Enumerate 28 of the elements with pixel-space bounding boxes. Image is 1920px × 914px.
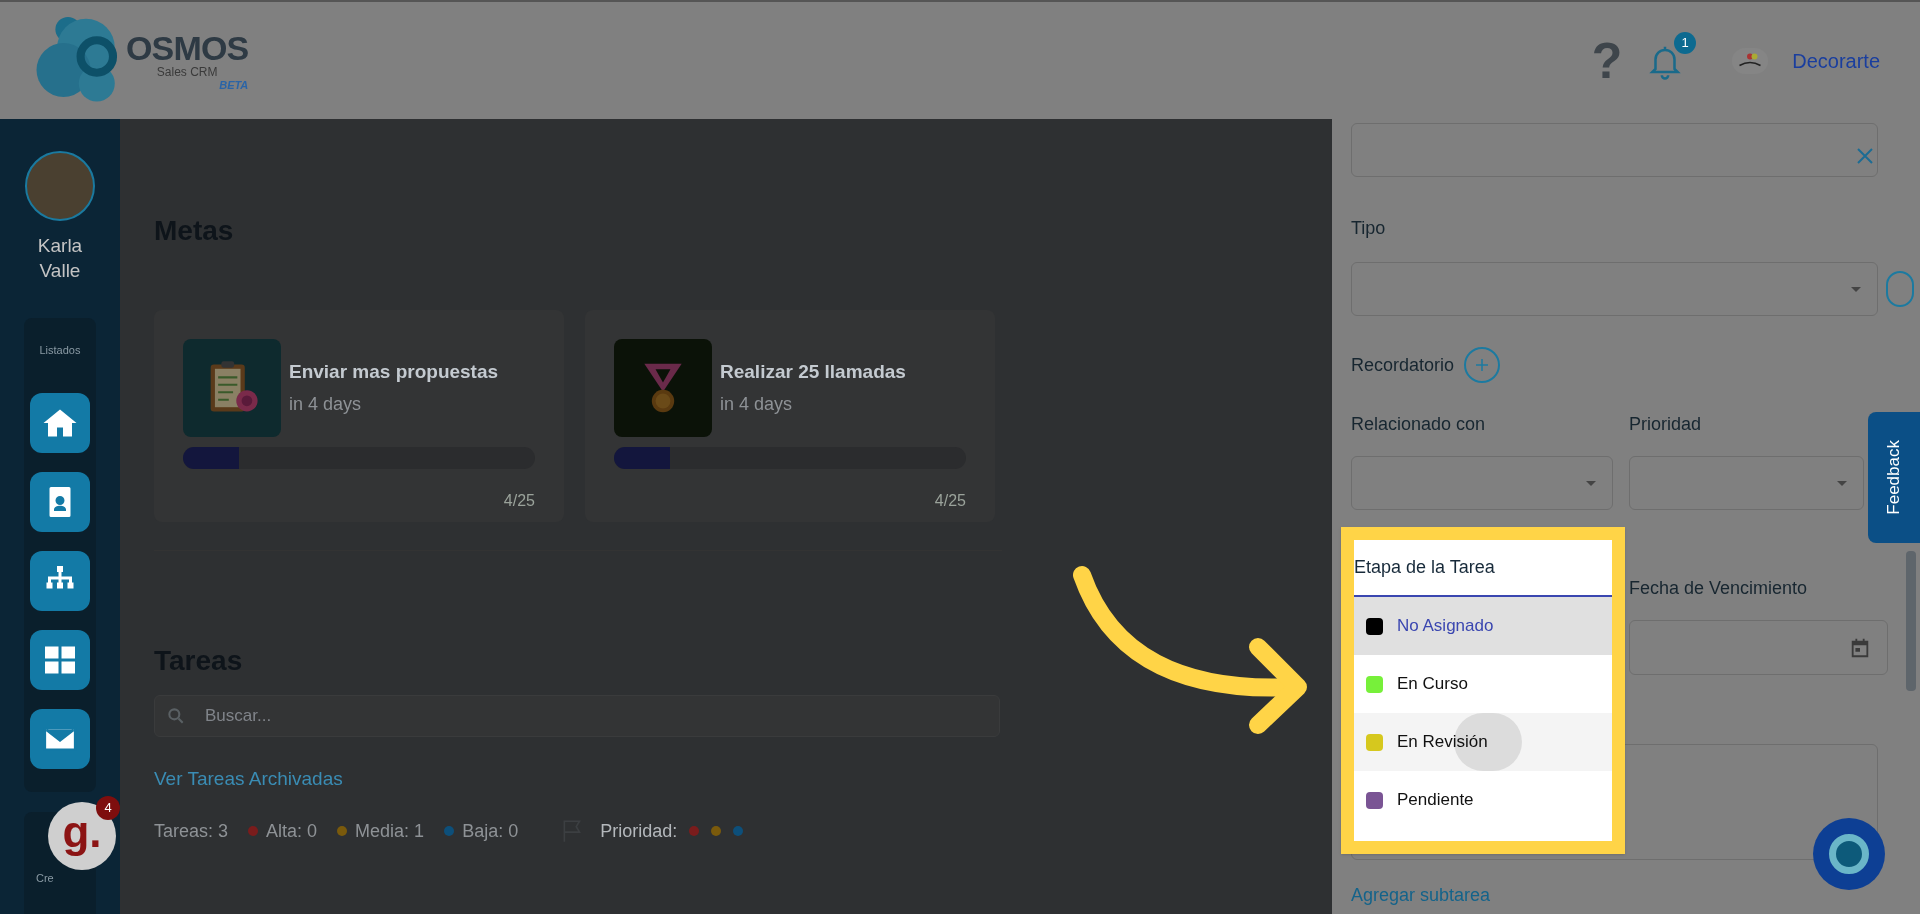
priority-count: Alta: 0 bbox=[266, 819, 318, 843]
user-name: Karla Valle bbox=[36, 234, 84, 283]
count-badge: 4 bbox=[96, 796, 120, 820]
field-label: Fecha de Vencimiento bbox=[1629, 577, 1809, 600]
beta-label: BETA bbox=[219, 79, 249, 91]
logo-wordmark: OSMOS bbox=[126, 30, 249, 65]
progress-count: 4/25 bbox=[503, 491, 535, 511]
field-label: Tipo bbox=[1351, 217, 1387, 240]
priority-count: Baja: 0 bbox=[462, 819, 519, 843]
goal-due: in 4 days bbox=[720, 392, 794, 416]
field-label: Recordatorio bbox=[1351, 353, 1455, 377]
option-label: Pendiente bbox=[1397, 789, 1474, 812]
task-total: Tareas: 3 bbox=[154, 819, 229, 843]
priority-label: Prioridad: bbox=[600, 819, 678, 843]
logo-subtitle: Sales CRM bbox=[156, 64, 218, 80]
progress-count: 4/25 bbox=[934, 491, 966, 511]
goal-title: Realizar 25 llamadas bbox=[720, 360, 906, 385]
option-label: En Curso bbox=[1397, 673, 1468, 696]
goal-due: in 4 days bbox=[289, 392, 363, 416]
field-label: Relacionado con bbox=[1351, 413, 1487, 436]
option-label: No Asignado bbox=[1397, 615, 1494, 638]
priority-count: Media: 1 bbox=[355, 819, 425, 843]
section-label: Listados bbox=[39, 343, 81, 358]
field-label: Prioridad bbox=[1629, 413, 1703, 436]
notification-badge: 1 bbox=[1674, 31, 1697, 54]
goal-title: Enviar mas propuestas bbox=[289, 360, 499, 385]
section-label: Cre bbox=[36, 871, 54, 886]
option-label: En Revisión bbox=[1397, 731, 1488, 754]
